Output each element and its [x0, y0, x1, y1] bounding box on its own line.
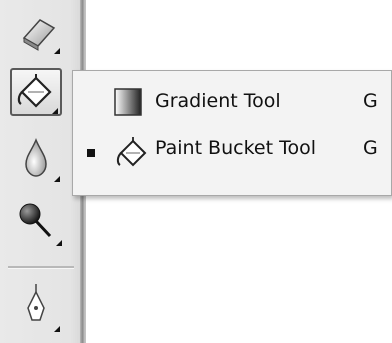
gradient-icon — [114, 88, 142, 116]
tool-flyout-indicator — [56, 240, 62, 246]
menu-item-shortcut: G — [363, 137, 378, 159]
dodge-tool-button[interactable] — [10, 196, 62, 246]
menu-item-gradient-tool[interactable]: Gradient Tool G — [73, 77, 391, 129]
menu-item-shortcut: G — [363, 90, 378, 112]
tool-flyout-indicator — [54, 48, 60, 54]
menu-item-label: Gradient Tool — [155, 90, 281, 112]
tool-flyout-indicator — [54, 326, 60, 332]
pen-tool-button[interactable] — [10, 278, 62, 332]
menu-item-paint-bucket-tool[interactable]: Paint Bucket Tool G — [73, 127, 391, 179]
paint-bucket-tool-button[interactable] — [10, 68, 62, 116]
selected-bullet-icon — [87, 149, 95, 157]
blur-tool-button[interactable] — [10, 132, 62, 182]
tool-flyout-indicator — [52, 108, 58, 114]
toolbar-separator — [8, 266, 74, 269]
eraser-icon — [22, 19, 56, 51]
menu-item-label: Paint Bucket Tool — [155, 137, 316, 159]
blur-drop-icon — [25, 137, 47, 177]
dodge-icon — [19, 203, 52, 238]
tool-flyout-indicator — [54, 176, 60, 182]
paint-bucket-icon — [116, 137, 147, 167]
photoshop-tool-panel: Gradient Tool G Paint Bucket Tool G — [0, 0, 392, 343]
eraser-tool-button[interactable] — [10, 6, 62, 54]
pen-icon — [27, 284, 45, 321]
tool-flyout-menu: Gradient Tool G Paint Bucket Tool G — [72, 70, 392, 196]
